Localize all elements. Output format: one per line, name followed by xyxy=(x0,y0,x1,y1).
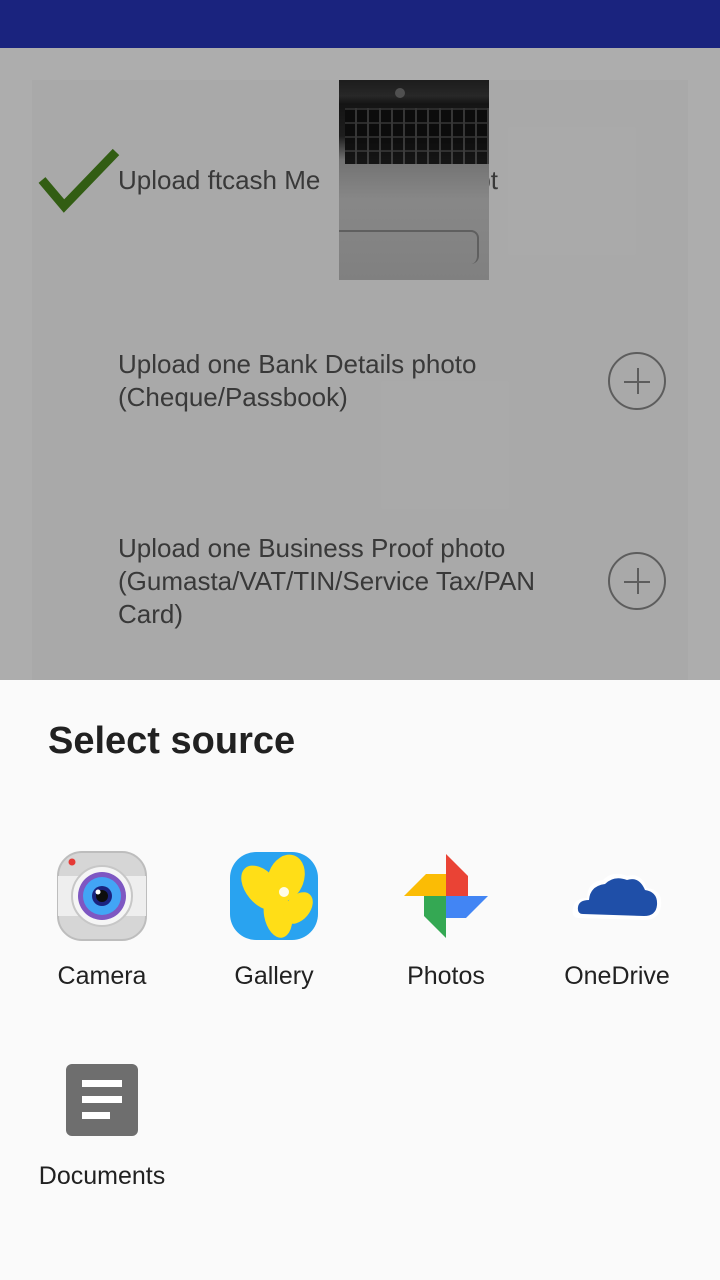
gallery-icon xyxy=(226,848,322,944)
photos-label: Photos xyxy=(407,962,485,990)
sheet-title: Select source xyxy=(48,720,296,762)
dialog-scrim[interactable] xyxy=(0,48,720,680)
gallery-option[interactable]: Gallery xyxy=(188,848,360,991)
select-source-sheet: Select source Camera Gallery Photos OneD… xyxy=(0,680,720,1280)
documents-option[interactable]: Documents xyxy=(16,1064,188,1191)
onedrive-option[interactable]: OneDrive xyxy=(531,848,703,991)
onedrive-cloud-icon xyxy=(569,848,665,944)
camera-icon xyxy=(54,848,150,944)
photos-pinwheel-icon xyxy=(398,848,494,944)
camera-option[interactable]: Camera xyxy=(16,848,188,991)
camera-label: Camera xyxy=(57,962,147,990)
documents-icon xyxy=(66,1064,138,1136)
onedrive-label: OneDrive xyxy=(564,962,670,990)
status-bar xyxy=(0,0,720,48)
documents-label: Documents xyxy=(38,1162,166,1190)
photos-option[interactable]: Photos xyxy=(360,848,532,991)
gallery-label: Gallery xyxy=(234,962,314,990)
